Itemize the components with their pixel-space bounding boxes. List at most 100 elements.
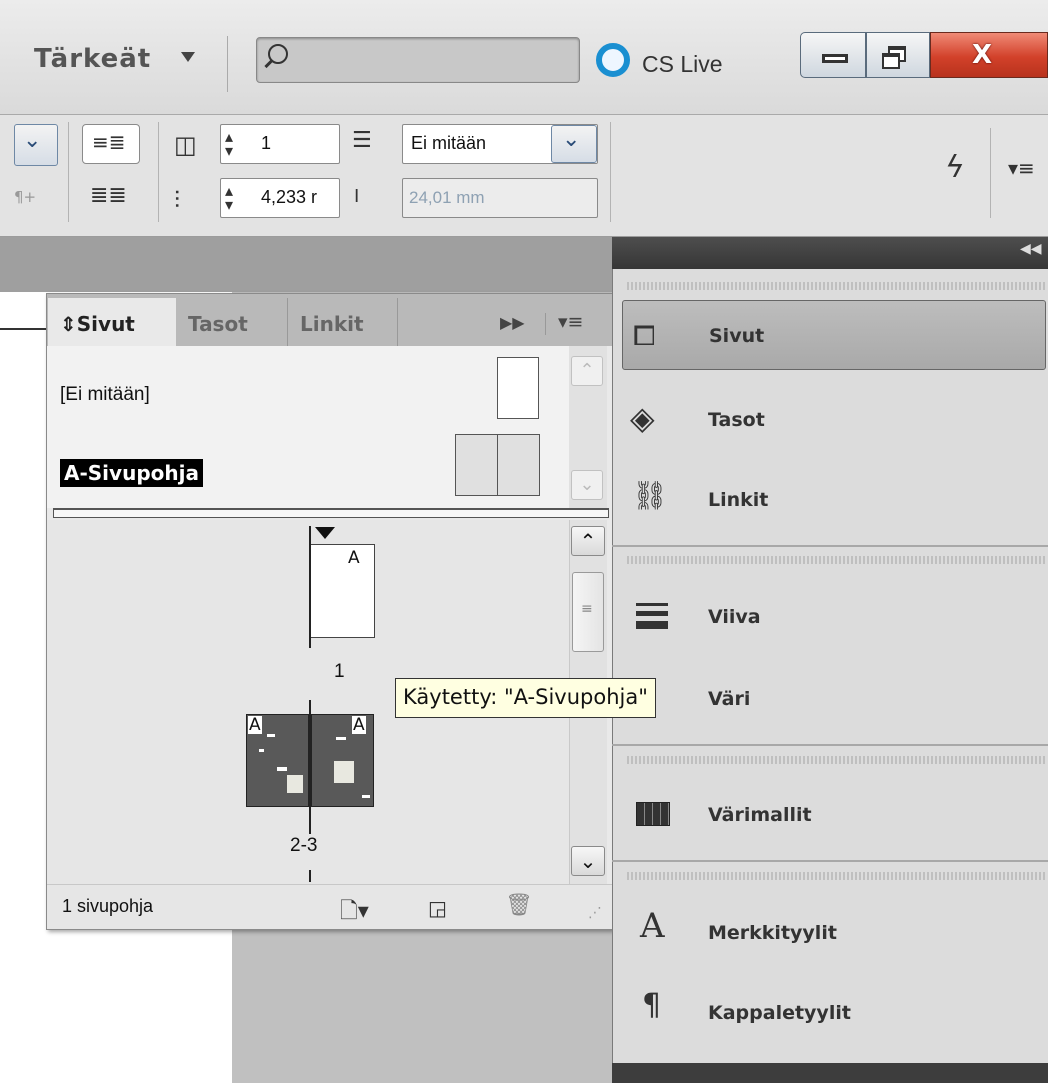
span-columns-icon: ☰ [352, 128, 372, 153]
tab-links[interactable]: Linkit [288, 298, 398, 346]
tab-label: Sivut [76, 312, 135, 336]
columns-icon: ◫ [174, 131, 197, 159]
span-columns-dropdown[interactable]: Ei mitään ⌄ [402, 124, 598, 164]
character-styles-icon: A [640, 906, 665, 946]
dock-item-label: Viiva [708, 606, 761, 628]
workspace-switcher-label[interactable]: Tärkeät [34, 44, 151, 74]
dock-item-color[interactable]: Väri [622, 664, 1046, 734]
cs-live-button[interactable]: CS Live [642, 51, 723, 78]
scroll-up-icon[interactable]: ⌃ [571, 356, 603, 386]
master-a-item[interactable]: A-Sivupohja [60, 459, 203, 487]
dock-item-pages[interactable]: ⧠ Sivut [622, 300, 1046, 370]
scroll-down-icon[interactable]: ⌄ [571, 846, 605, 876]
paragraph-plus-icon: ¶+ [14, 188, 37, 206]
expand-panel-icon[interactable]: ▶▶ [500, 313, 525, 332]
page-thumbnail-1[interactable] [311, 544, 375, 638]
collapse-dock-icon[interactable]: ◀◀ [1020, 241, 1042, 257]
dock-item-label: Väri [708, 688, 751, 710]
resize-grip-icon[interactable]: ⋰ [588, 905, 602, 921]
width-icon: Ⅰ [354, 186, 360, 207]
divider [158, 122, 159, 222]
dock-item-label: Värimallit [708, 804, 812, 826]
page-number: 2-3 [290, 835, 318, 856]
dock-group-grip[interactable] [627, 282, 1045, 290]
divider [612, 744, 1048, 746]
new-page-icon[interactable]: ◲ [428, 896, 447, 920]
start-page-marker-icon [315, 527, 335, 539]
minimize-icon [822, 54, 848, 63]
paragraph-styles-icon: ¶ [642, 988, 662, 1023]
lightning-icon[interactable]: ϟ [945, 150, 965, 185]
master-prefix: A [248, 715, 262, 735]
justify-icon[interactable]: ≣≣ [90, 183, 127, 208]
stepper-icon[interactable]: ▴ ▾ [225, 183, 233, 213]
dock-item-stroke[interactable]: Viiva [622, 582, 1046, 652]
columns-field[interactable]: ▴ ▾ 1 [220, 124, 340, 164]
layers-icon: ◈ [630, 399, 655, 437]
dock-group-grip[interactable] [627, 756, 1045, 764]
page-number: 1 [334, 661, 345, 682]
master-prefix: A [352, 715, 366, 735]
divider [68, 122, 69, 222]
panel-splitter[interactable] [53, 508, 609, 518]
divider [612, 545, 1048, 547]
ruler [0, 312, 48, 330]
scroll-up-icon[interactable]: ⌃ [571, 526, 605, 556]
pages-icon: ⧠ [633, 319, 656, 352]
divider [227, 36, 228, 92]
sort-icon: ⇕ [60, 312, 77, 336]
tab-layers[interactable]: Tasot [176, 298, 288, 346]
scroll-down-icon[interactable]: ⌄ [571, 470, 603, 500]
dock-group-grip[interactable] [627, 872, 1045, 880]
thumbnail-image [334, 761, 354, 783]
edit-page-size-icon[interactable]: 🗋▾ [340, 894, 369, 932]
dock-item-label: Sivut [709, 325, 765, 347]
stepper-icon[interactable]: ▴ ▾ [225, 129, 233, 159]
scroll-thumb[interactable]: ≡ [572, 572, 604, 652]
master-a-thumbnail-right[interactable] [497, 434, 540, 496]
dock-item-swatches[interactable]: Värimallit [622, 780, 1046, 850]
thumbnail-image [287, 775, 303, 793]
master-count: 1 sivupohja [62, 896, 154, 916]
close-icon: X [972, 40, 993, 70]
page-spine [309, 870, 311, 882]
align-left-button[interactable]: ≡≣ [82, 124, 140, 164]
master-none-thumbnail[interactable] [497, 357, 539, 419]
master-none-item[interactable]: [Ei mitään] [60, 384, 150, 406]
panel-menu-icon[interactable]: ▾≡ [558, 311, 583, 333]
columns-value: 1 [261, 133, 272, 153]
dock-header [612, 237, 1048, 269]
span-columns-value: Ei mitään [411, 133, 487, 153]
dock-item-links[interactable]: ⛓ Linkit [622, 465, 1046, 535]
dock-item-label: Tasot [708, 409, 765, 431]
master-a-thumbnail-left[interactable] [455, 434, 498, 496]
dock-group-grip[interactable] [627, 556, 1045, 564]
dock-item-paragraph-styles[interactable]: ¶ Kappaletyylit [622, 978, 1046, 1048]
gutter-icon: ⫶ [174, 186, 180, 214]
dock-item-label: Kappaletyylit [708, 1002, 851, 1024]
dock-item-character-styles[interactable]: A Merkkityylit [622, 898, 1046, 968]
divider [545, 313, 546, 335]
tab-pages[interactable]: ⇕Sivut [48, 298, 176, 346]
thumbnail-detail [277, 767, 287, 771]
document-tab-strip [0, 237, 612, 292]
search-input[interactable] [256, 37, 580, 83]
thumbnail-detail [362, 795, 370, 798]
dropdown-button[interactable]: ⌄ [14, 124, 58, 166]
thumbnail-detail [336, 737, 346, 740]
divider [610, 122, 611, 222]
trash-icon[interactable]: 🗑 [505, 893, 533, 918]
dock-item-layers[interactable]: ◈ Tasot [622, 385, 1046, 455]
chevron-down-icon: ⌄ [23, 128, 42, 153]
dock-item-label: Linkit [708, 489, 769, 511]
chevron-down-icon[interactable] [181, 52, 195, 62]
grip-icon: ≡ [581, 601, 593, 617]
swatches-icon [636, 802, 670, 826]
tooltip: Käytetty: "A-Sivupohja" [395, 678, 656, 718]
stroke-icon [636, 603, 668, 606]
links-icon: ⛓ [632, 479, 668, 512]
panel-menu-icon[interactable]: ▾≡ [1008, 156, 1035, 180]
gutter-field[interactable]: ▴ ▾ 4,233 r [220, 178, 340, 218]
cs-live-icon[interactable] [596, 43, 630, 77]
dropdown-button[interactable]: ⌄ [551, 125, 597, 163]
